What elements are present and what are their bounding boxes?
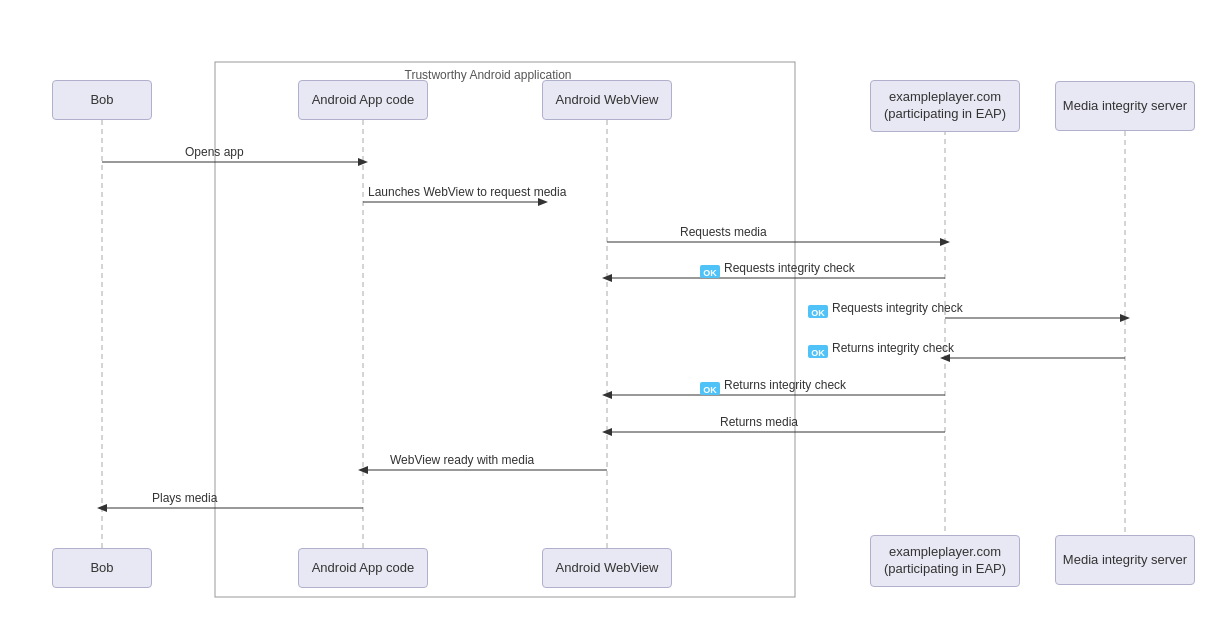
svg-text:OK: OK (703, 385, 717, 395)
svg-rect-27 (808, 345, 828, 358)
svg-marker-21 (1120, 314, 1130, 322)
svg-text:Requests media: Requests media (680, 225, 767, 239)
svg-rect-0 (215, 62, 795, 597)
actor-appcode-top: Android App code (298, 80, 428, 120)
svg-rect-32 (700, 382, 720, 395)
svg-text:Returns media: Returns media (720, 415, 798, 429)
svg-marker-31 (602, 391, 612, 399)
actor-webview-top: Android WebView (542, 80, 672, 120)
svg-text:OK: OK (811, 348, 825, 358)
svg-marker-16 (602, 274, 612, 282)
actor-mediaintserver-bottom: Media integrity server (1055, 535, 1195, 585)
svg-marker-39 (358, 466, 368, 474)
svg-text:WebView ready with media: WebView ready with media (390, 453, 535, 467)
svg-marker-26 (940, 354, 950, 362)
svg-rect-22 (808, 305, 828, 318)
actor-bob-top: Bob (52, 80, 152, 120)
svg-text:Returns integrity check: Returns integrity check (832, 341, 955, 355)
svg-text:Plays media: Plays media (152, 491, 218, 505)
svg-marker-10 (538, 198, 548, 206)
actor-bob-bottom: Bob (52, 548, 152, 588)
actor-exampleplayer-bottom: exampleplayer.com (participating in EAP) (870, 535, 1020, 587)
actor-webview-bottom: Android WebView (542, 548, 672, 588)
actor-exampleplayer-top: exampleplayer.com (participating in EAP) (870, 80, 1020, 132)
svg-text:Requests integrity check: Requests integrity check (832, 301, 964, 315)
sequence-diagram: Trustworthy Android application Opens ap… (0, 0, 1218, 620)
svg-text:OK: OK (703, 268, 717, 278)
svg-text:OK: OK (811, 308, 825, 318)
svg-text:Requests integrity check: Requests integrity check (724, 261, 856, 275)
svg-text:Launches WebView to request me: Launches WebView to request media (368, 185, 567, 199)
svg-marker-7 (358, 158, 368, 166)
svg-rect-17 (700, 265, 720, 278)
svg-text:Returns integrity check: Returns integrity check (724, 378, 847, 392)
actor-mediaintserver-top: Media integrity server (1055, 81, 1195, 131)
svg-marker-42 (97, 504, 107, 512)
actor-appcode-bottom: Android App code (298, 548, 428, 588)
svg-marker-13 (940, 238, 950, 246)
svg-text:Opens app: Opens app (185, 145, 244, 159)
svg-marker-36 (602, 428, 612, 436)
